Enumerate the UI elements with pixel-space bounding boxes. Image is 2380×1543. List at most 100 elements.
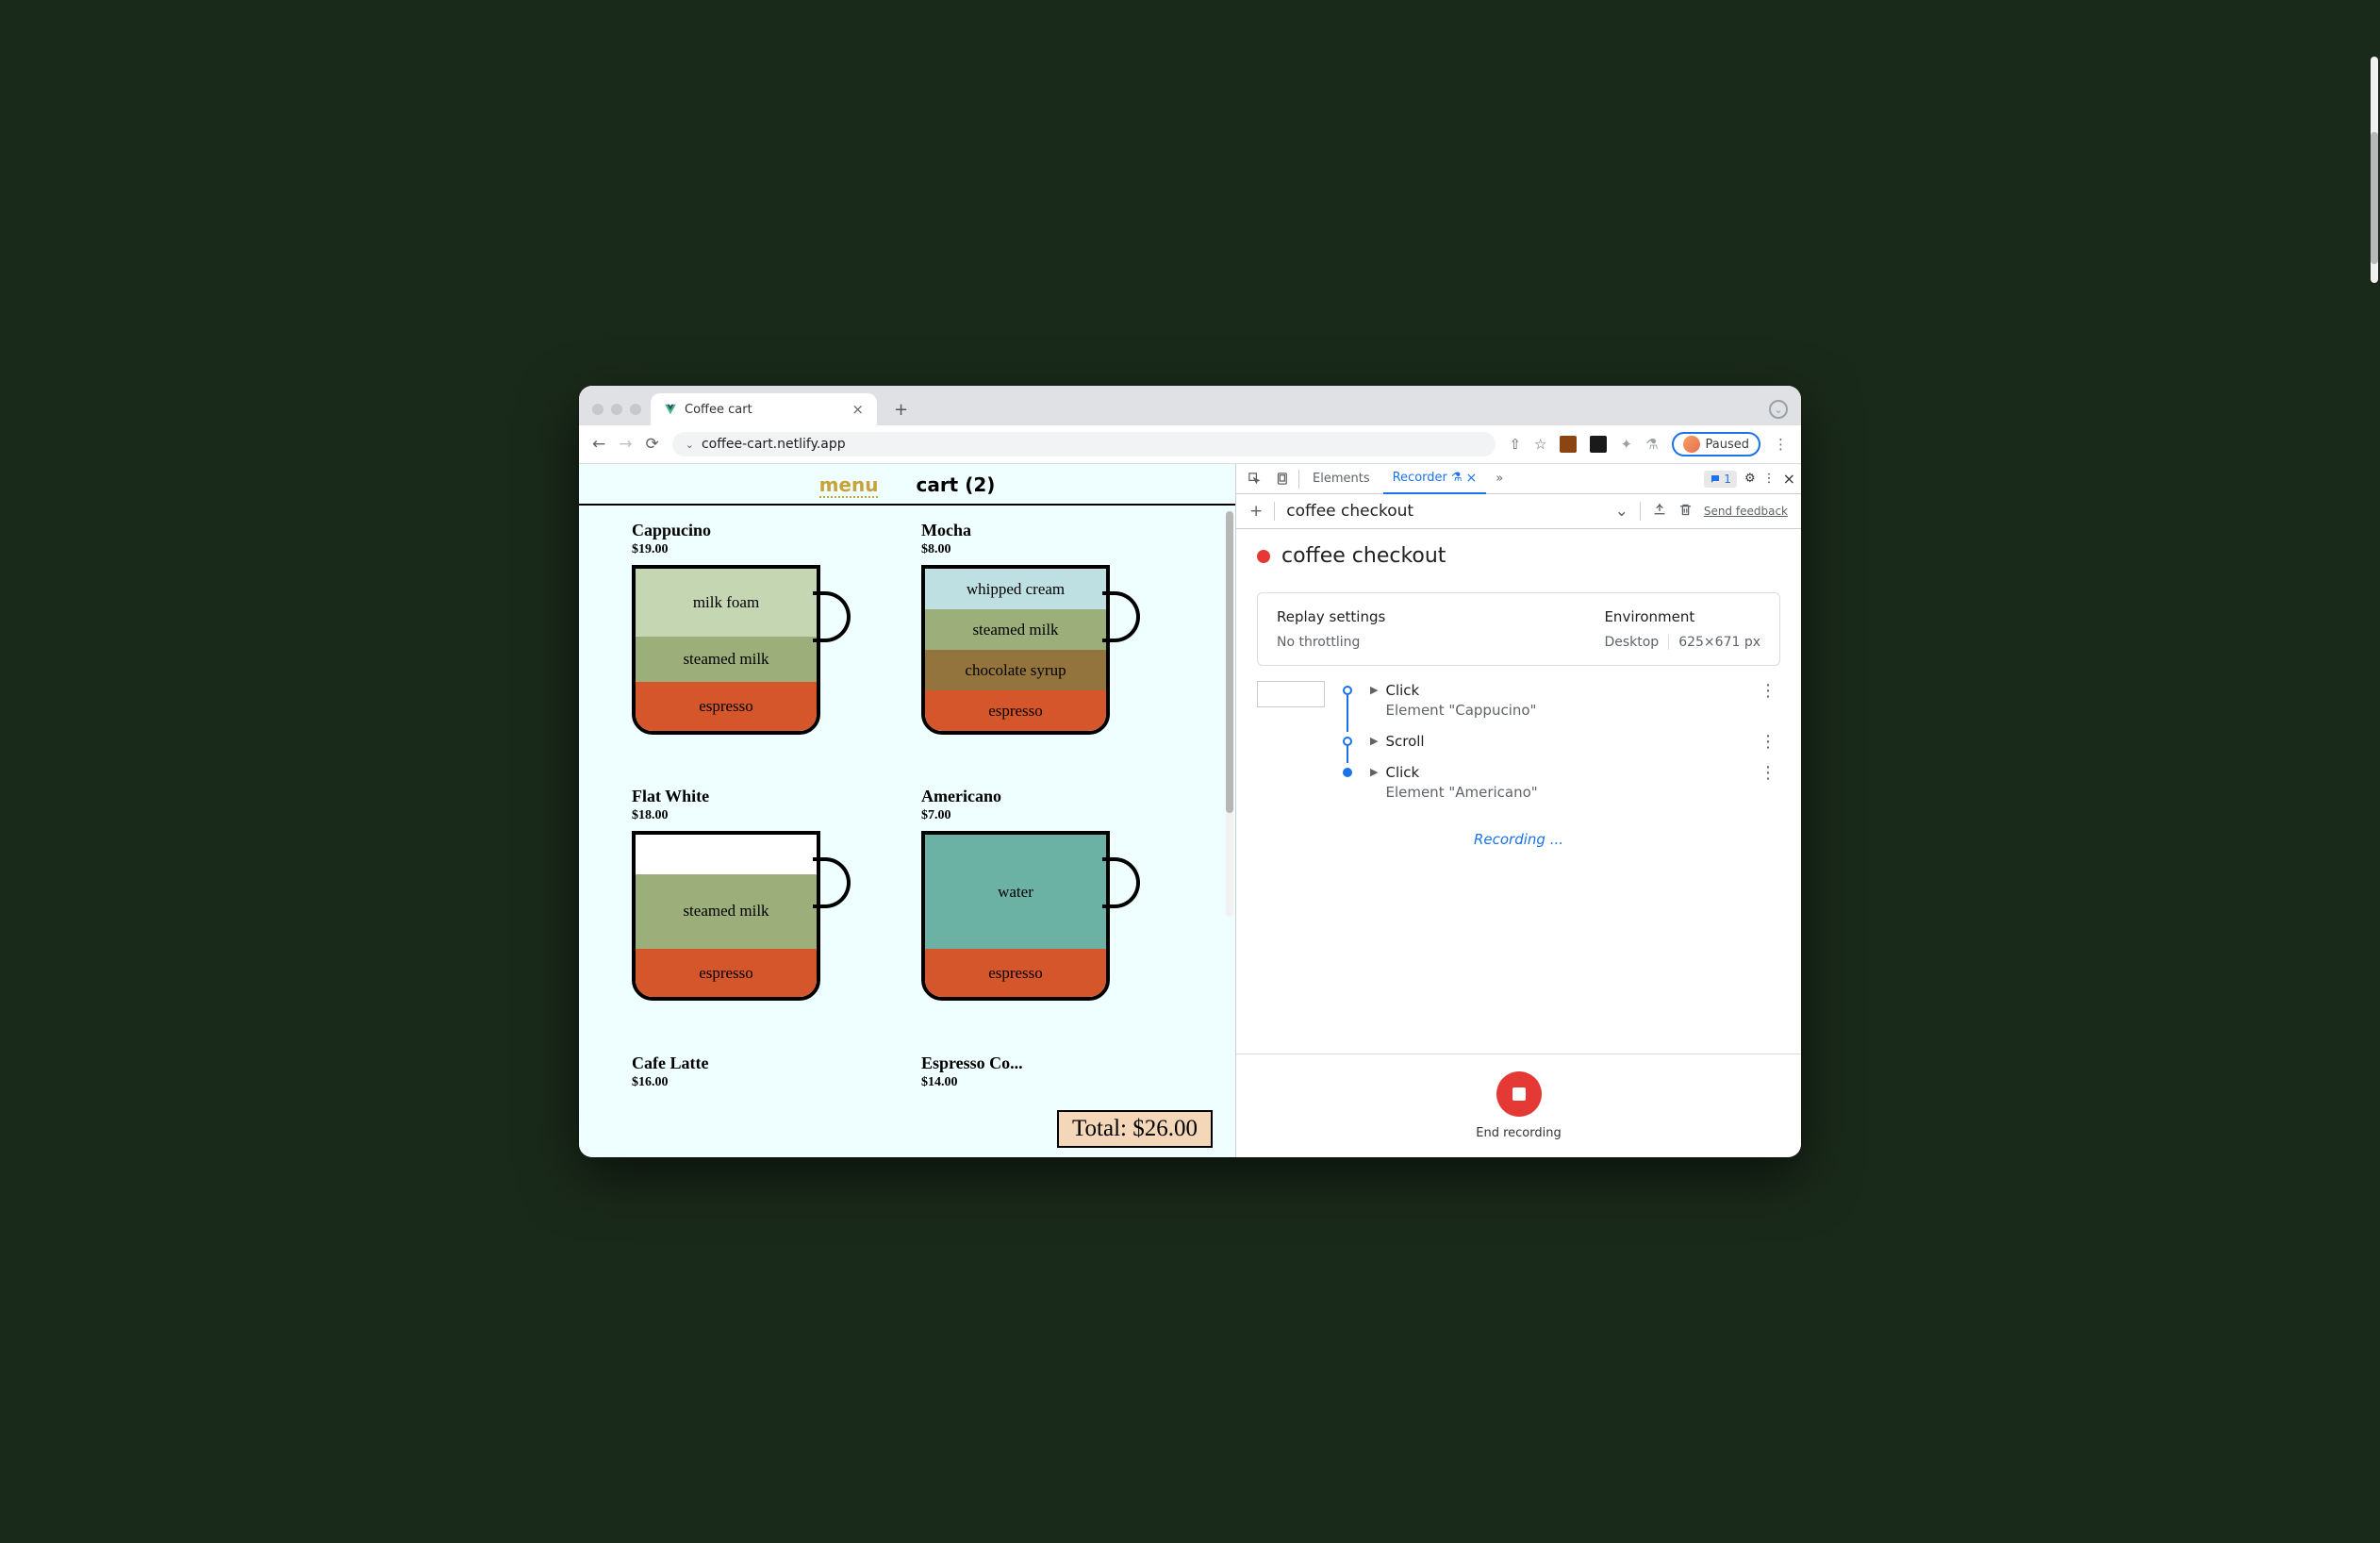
product-price: $18.00	[632, 808, 893, 823]
mug-graphic: waterespresso	[921, 831, 1138, 1001]
kebab-icon[interactable]: ⋮	[1763, 472, 1776, 486]
mug-layer: espresso	[636, 682, 817, 731]
step-detail: Element "Americano"	[1385, 783, 1748, 803]
close-tab-icon[interactable]: ×	[851, 401, 864, 418]
page-scrollbar[interactable]	[1226, 511, 1233, 917]
back-button[interactable]: ←	[592, 435, 605, 454]
chevron-down-icon[interactable]: ⌄	[1769, 400, 1788, 419]
step-row[interactable]: ▶ ClickElement "Americano" ⋮	[1257, 757, 1780, 808]
stop-recording-button[interactable]	[1496, 1071, 1542, 1117]
step-action: Click	[1385, 763, 1748, 783]
mug-layer: water	[925, 835, 1106, 948]
product-price: $16.00	[632, 1075, 893, 1090]
browser-tab[interactable]: Coffee cart ×	[651, 393, 877, 425]
tab-recorder[interactable]: Recorder ⚗ ×	[1383, 464, 1487, 494]
flask-icon: ⚗	[1451, 471, 1463, 485]
mug-graphic: steamed milkespresso	[632, 831, 849, 1001]
browser-window: Coffee cart × + ⌄ ← → ⟳ ⌄ coffee-cart.ne…	[579, 386, 1801, 1157]
step-row[interactable]: ▶ Scroll ⋮	[1257, 726, 1780, 757]
replay-settings: Replay settings No throttling	[1277, 608, 1385, 650]
product-price: $7.00	[921, 808, 1182, 823]
product-name: Cafe Latte	[632, 1054, 893, 1073]
address-bar[interactable]: ⌄ coffee-cart.netlify.app	[672, 432, 1496, 456]
product-name: Cappucino	[632, 521, 893, 540]
mug-layer: espresso	[925, 690, 1106, 731]
step-kebab-icon[interactable]: ⋮	[1756, 732, 1780, 752]
messages-badge[interactable]: 1	[1704, 471, 1737, 488]
close-devtools-icon[interactable]: ×	[1783, 470, 1795, 488]
toolbar-icons: ⇧ ☆ ✦ ⚗ Paused ⋮	[1509, 432, 1788, 456]
mug-layer: espresso	[925, 949, 1106, 998]
product-card[interactable]: Mocha$8.00whipped creamsteamed milkchoco…	[921, 521, 1182, 775]
extensions-icon[interactable]: ✦	[1620, 436, 1632, 453]
product-name: Flat White	[632, 787, 893, 806]
web-page: menu cart (2) Cappucino$19.00milk foamst…	[579, 464, 1235, 1157]
devtools-tab-bar: Elements Recorder ⚗ × » 1 ⚙ ⋮ ×	[1236, 464, 1801, 494]
site-info-icon[interactable]: ⌄	[686, 439, 694, 451]
caret-right-icon[interactable]: ▶	[1370, 735, 1378, 747]
product-price: $8.00	[921, 542, 1182, 557]
extension-icon-1[interactable]	[1560, 436, 1577, 453]
total-badge[interactable]: Total: $26.00	[1057, 1110, 1213, 1148]
mug-layer	[636, 835, 817, 873]
tab-title: Coffee cart	[685, 403, 752, 417]
mug-layer: milk foam	[636, 569, 817, 637]
step-kebab-icon[interactable]: ⋮	[1756, 763, 1780, 783]
maximize-window-icon[interactable]	[630, 404, 641, 415]
tab-elements[interactable]: Elements	[1303, 465, 1380, 492]
labs-icon[interactable]: ⚗	[1645, 436, 1658, 453]
recording-selector[interactable]: coffee checkout ⌄	[1286, 502, 1628, 521]
product-card[interactable]: Americano$7.00waterespresso	[921, 787, 1182, 1041]
mug-layer: steamed milk	[636, 874, 817, 949]
record-indicator-icon	[1257, 550, 1270, 563]
step-row[interactable]: ▶ ClickElement "Cappucino" ⋮	[1257, 675, 1780, 726]
stop-icon	[1512, 1087, 1526, 1101]
star-icon[interactable]: ☆	[1534, 436, 1546, 453]
step-action: Click	[1385, 681, 1748, 701]
recording-status: Recording ...	[1257, 808, 1780, 871]
environment-settings: Environment Desktop 625×671 px	[1604, 608, 1760, 650]
inspect-icon[interactable]	[1242, 467, 1266, 491]
minimize-window-icon[interactable]	[611, 404, 622, 415]
step-list: ▶ ClickElement "Cappucino" ⋮ ▶ Scroll ⋮ …	[1236, 675, 1801, 1054]
end-recording-label: End recording	[1476, 1126, 1561, 1140]
export-icon[interactable]	[1652, 502, 1667, 521]
address-bar-row: ← → ⟳ ⌄ coffee-cart.netlify.app ⇧ ☆ ✦ ⚗ …	[579, 425, 1801, 464]
nav-cart-link[interactable]: cart (2)	[916, 473, 995, 498]
mug-layer: steamed milk	[636, 637, 817, 682]
step-thumbnail	[1257, 681, 1325, 707]
tab-strip: Coffee cart × + ⌄	[579, 386, 1801, 425]
url-text: coffee-cart.netlify.app	[702, 437, 846, 452]
nav-menu-link[interactable]: menu	[819, 473, 879, 498]
delete-icon[interactable]	[1678, 503, 1693, 521]
share-icon[interactable]: ⇧	[1509, 436, 1521, 453]
device-toggle-icon[interactable]	[1270, 467, 1295, 491]
gear-icon[interactable]: ⚙	[1744, 472, 1756, 486]
menu-icon[interactable]: ⋮	[1774, 436, 1788, 453]
mug-graphic: whipped creamsteamed milkchocolate syrup…	[921, 565, 1138, 735]
profile-paused[interactable]: Paused	[1672, 432, 1760, 456]
product-grid: Cappucino$19.00milk foamsteamed milkespr…	[579, 506, 1235, 1153]
product-price: $19.00	[632, 542, 893, 557]
step-kebab-icon[interactable]: ⋮	[1756, 681, 1780, 701]
add-recording-button[interactable]: +	[1249, 502, 1263, 521]
forward-button[interactable]: →	[619, 435, 632, 454]
product-card[interactable]: Flat White $18.00 steamed milkespresso	[632, 787, 893, 1041]
product-card[interactable]: Cappucino $19.00 milk foamsteamed milkespr…	[632, 521, 893, 775]
page-navigation: menu cart (2)	[579, 464, 1235, 506]
extension-icon-2[interactable]	[1590, 436, 1607, 453]
mug-graphic: milk foamsteamed milkespresso	[632, 565, 849, 735]
close-icon[interactable]: ×	[1466, 471, 1478, 486]
reload-button[interactable]: ⟳	[646, 435, 659, 454]
caret-right-icon[interactable]: ▶	[1370, 766, 1378, 778]
new-tab-button[interactable]: +	[886, 400, 916, 420]
product-card[interactable]: Cafe Latte $16.00	[632, 1054, 893, 1138]
step-detail: Element "Cappucino"	[1385, 701, 1748, 721]
settings-box: Replay settings No throttling Environmen…	[1257, 592, 1780, 666]
more-tabs-icon[interactable]: »	[1490, 472, 1509, 486]
close-window-icon[interactable]	[592, 404, 603, 415]
send-feedback-link[interactable]: Send feedback	[1704, 505, 1788, 518]
devtools-panel: Elements Recorder ⚗ × » 1 ⚙ ⋮ × + coffee…	[1235, 464, 1801, 1157]
mug-layer: espresso	[636, 949, 817, 998]
caret-right-icon[interactable]: ▶	[1370, 684, 1378, 696]
